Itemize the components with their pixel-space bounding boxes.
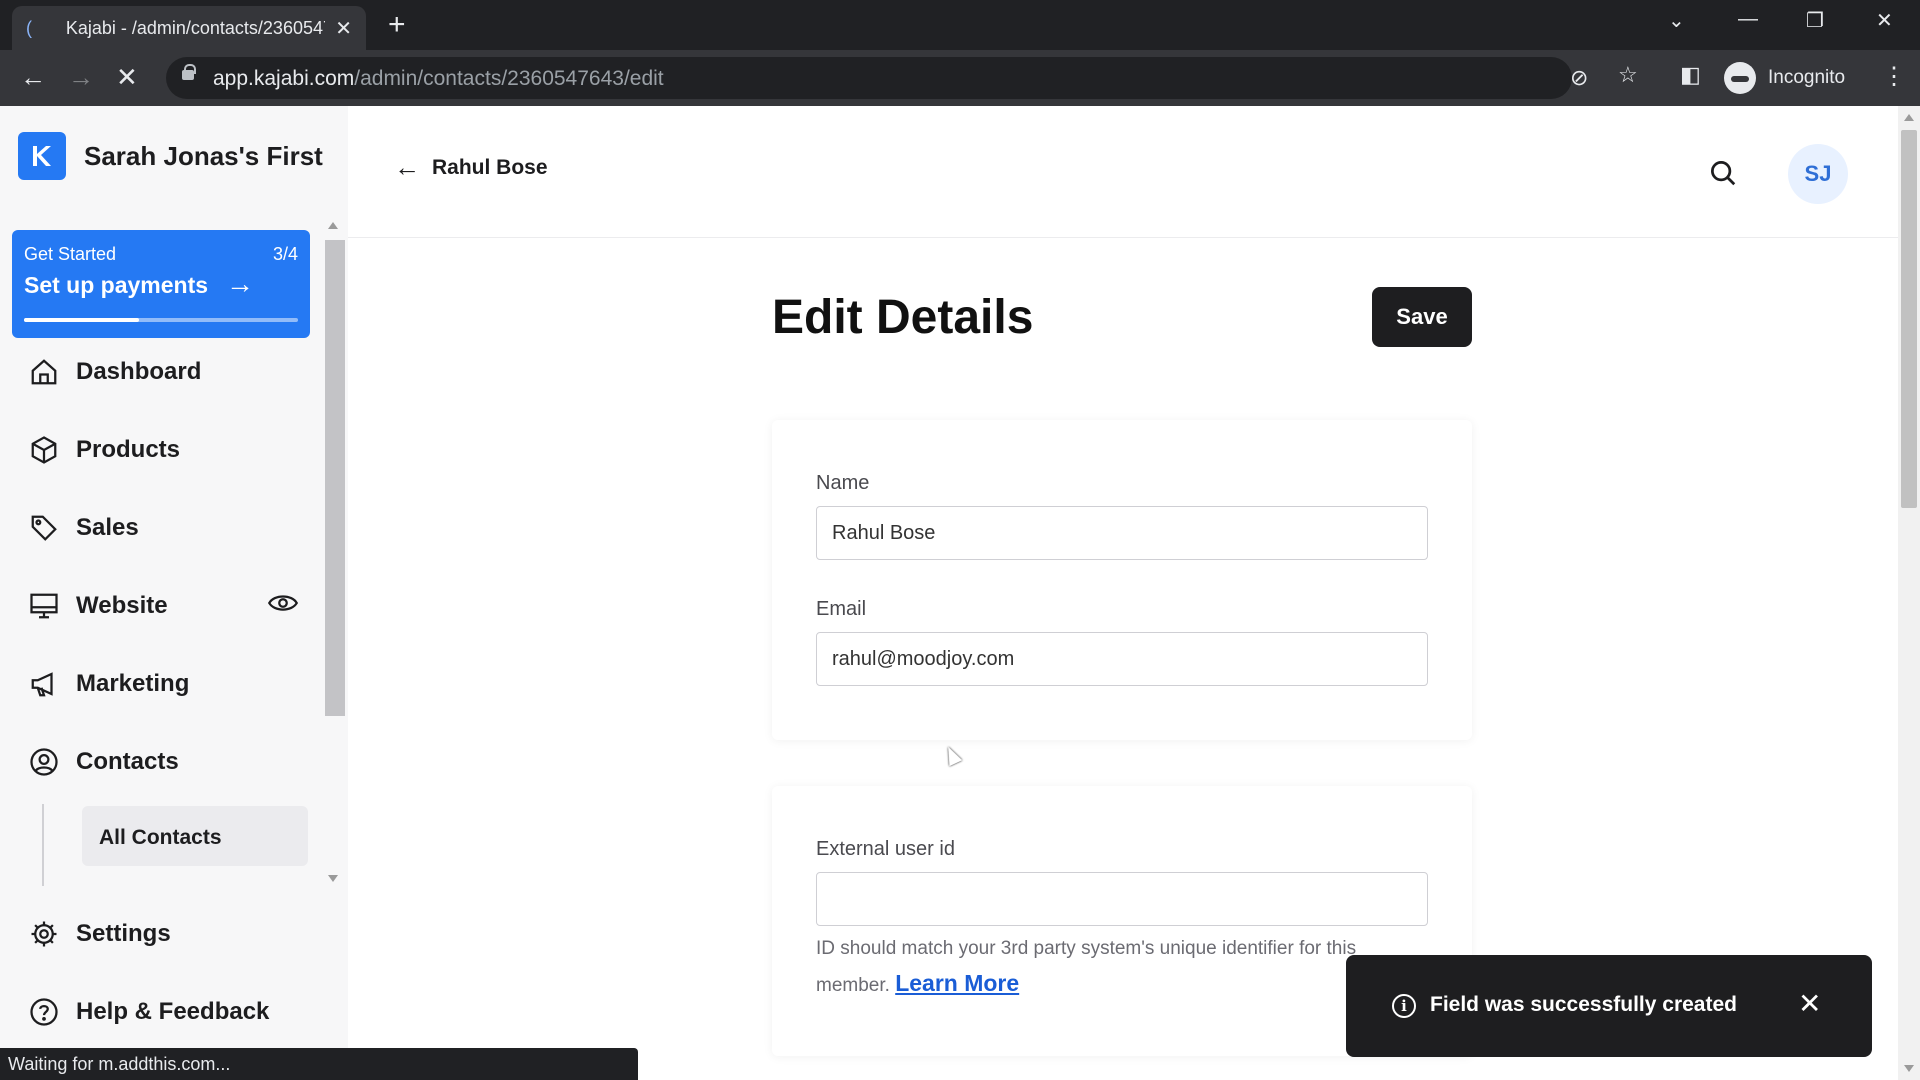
name-field[interactable] <box>816 506 1428 560</box>
browser-tab[interactable]: ( Kajabi - /admin/contacts/2360547643/ed… <box>12 6 366 50</box>
tab-close-icon[interactable]: ✕ <box>335 16 352 41</box>
arrow-left-icon: ← <box>394 152 420 182</box>
subnav-divider <box>42 804 44 886</box>
sidebar-subitem-all-contacts[interactable]: All Contacts <box>82 806 308 866</box>
sidebar-item-marketing[interactable]: Marketing <box>28 668 298 700</box>
external-id-label: External user id <box>816 838 955 860</box>
learn-more-link[interactable]: Learn More <box>895 970 1019 996</box>
restore-button[interactable]: ❐ <box>1806 8 1824 33</box>
email-field[interactable] <box>816 632 1428 686</box>
mouse-cursor-icon <box>941 743 963 767</box>
info-icon: i <box>1392 994 1416 1018</box>
get-started-card[interactable]: Get Started 3/4 Set up payments → <box>12 230 310 338</box>
browser-tab-bar: ( Kajabi - /admin/contacts/2360547643/ed… <box>0 0 1920 50</box>
gear-icon <box>28 918 60 950</box>
success-toast: i Field was successfully created ✕ <box>1346 955 1872 1057</box>
external-id-field[interactable] <box>816 872 1428 926</box>
back-icon[interactable]: ← <box>20 62 46 92</box>
site-name: Sarah Jonas's First <box>84 140 323 171</box>
tab-search-icon[interactable]: ⌄ <box>1668 8 1685 33</box>
user-circle-icon <box>28 746 60 778</box>
scrollbar-thumb[interactable] <box>1901 130 1917 508</box>
sidebar-scrollbar[interactable] <box>324 220 345 884</box>
box-icon <box>28 434 60 466</box>
minimize-button[interactable]: — <box>1738 8 1758 31</box>
sidebar-item-label: Sales <box>76 514 139 541</box>
page-scrollbar[interactable] <box>1898 106 1920 1080</box>
tag-icon <box>28 512 60 544</box>
sidebar-item-label: Marketing <box>76 670 190 697</box>
get-started-count: 3/4 <box>272 244 298 264</box>
scroll-up-icon[interactable] <box>1904 114 1914 121</box>
eye-icon[interactable] <box>267 588 299 625</box>
sidebar-item-website[interactable]: Website <box>28 588 299 625</box>
get-started-title: Set up payments <box>24 272 209 298</box>
eye-off-icon[interactable]: ⊘ <box>1570 65 1588 91</box>
get-started-progress <box>24 318 298 322</box>
forward-icon[interactable]: → <box>68 62 94 92</box>
new-tab-button[interactable]: + <box>388 10 406 40</box>
page-header: ← Rahul Bose SJ <box>348 106 1898 238</box>
brand[interactable]: Sarah Jonas's First <box>18 132 323 180</box>
home-icon <box>28 356 60 388</box>
page-title: Edit Details <box>772 291 1034 344</box>
sidebar-item-products[interactable]: Products <box>28 434 298 466</box>
scroll-down-icon[interactable] <box>1904 1065 1914 1072</box>
kajabi-logo-icon <box>18 132 66 180</box>
sidebar-item-contacts[interactable]: Contacts <box>28 746 298 778</box>
close-window-button[interactable]: ✕ <box>1876 8 1893 33</box>
browser-menu-icon[interactable]: ⋮ <box>1882 62 1906 91</box>
incognito-button[interactable]: Incognito <box>1724 58 1845 98</box>
sidebar-item-label: Contacts <box>76 748 179 775</box>
scroll-up-icon[interactable] <box>328 222 338 229</box>
get-started-label: Get Started <box>24 244 117 264</box>
avatar[interactable]: SJ <box>1788 144 1848 204</box>
sidebar-item-label: Products <box>76 436 181 463</box>
external-id-help: ID should match your 3rd party system's … <box>816 932 1376 1003</box>
browser-toolbar: ← → ✕ app.kajabi.com/admin/contacts/2360… <box>0 50 1920 106</box>
sidebar-item-sales[interactable]: Sales <box>28 512 298 544</box>
lock-icon <box>182 64 196 80</box>
sidebar-item-settings[interactable]: Settings <box>28 918 298 950</box>
sidebar-item-dashboard[interactable]: Dashboard <box>28 356 298 388</box>
side-panel-icon[interactable]: ◧ <box>1680 62 1701 88</box>
tab-title: Kajabi - /admin/contacts/2360547643/edit <box>65 17 325 38</box>
scrollbar-thumb[interactable] <box>325 240 345 716</box>
loading-icon: ( <box>26 18 32 38</box>
sidebar-item-label: Dashboard <box>76 358 202 385</box>
sidebar: Sarah Jonas's First Get Started 3/4 Set … <box>0 106 348 1080</box>
monitor-icon <box>28 590 60 622</box>
browser-status-bar: Waiting for m.addthis.com... <box>0 1048 638 1080</box>
incognito-icon <box>1724 62 1756 94</box>
bookmark-star-icon[interactable]: ☆ <box>1618 62 1638 88</box>
back-link-label: Rahul Bose <box>432 155 548 179</box>
sidebar-item-label: Website <box>76 592 168 619</box>
save-button[interactable]: Save <box>1372 287 1472 347</box>
progress-fill <box>24 318 140 322</box>
megaphone-icon <box>28 668 60 700</box>
url-text: app.kajabi.com/admin/contacts/2360547643… <box>213 67 664 90</box>
toast-message: Field was successfully created <box>1430 993 1737 1016</box>
search-icon[interactable] <box>1708 158 1738 193</box>
help-circle-icon <box>28 996 60 1028</box>
name-label: Name <box>816 472 870 494</box>
back-to-contact-link[interactable]: ← Rahul Bose <box>394 152 548 183</box>
address-bar[interactable]: app.kajabi.com/admin/contacts/2360547643… <box>166 57 1588 99</box>
incognito-label: Incognito <box>1768 67 1846 88</box>
contact-details-card: Name Email <box>772 420 1472 740</box>
close-icon[interactable]: ✕ <box>1798 987 1821 1020</box>
sidebar-item-label: Settings <box>76 920 171 947</box>
sidebar-item-label: Help & Feedback <box>76 998 270 1025</box>
stop-loading-icon[interactable]: ✕ <box>116 62 138 92</box>
scroll-down-icon[interactable] <box>328 875 338 882</box>
sidebar-item-help[interactable]: Help & Feedback <box>28 996 298 1028</box>
email-label: Email <box>816 598 867 620</box>
arrow-right-icon: → <box>226 268 254 299</box>
